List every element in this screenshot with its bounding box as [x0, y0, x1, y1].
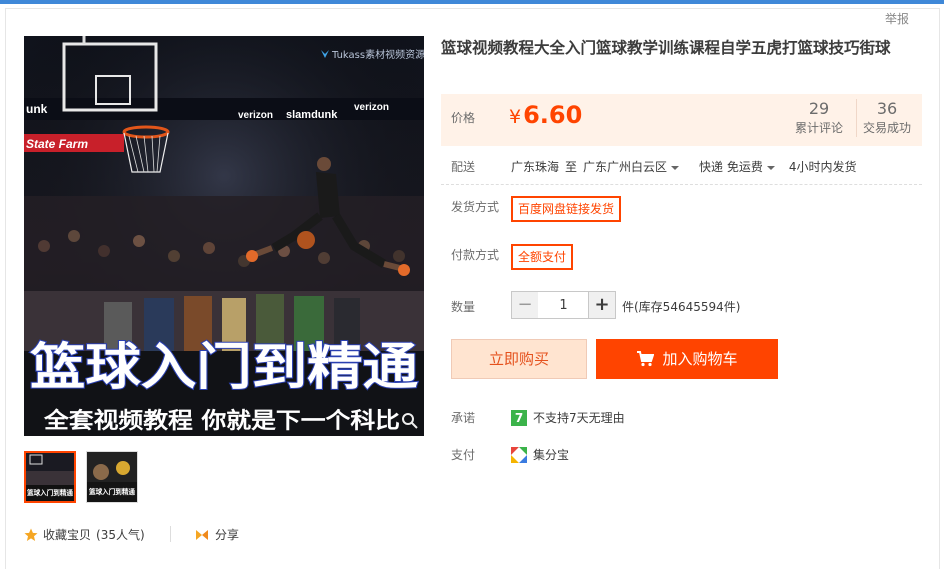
price-panel: 价格 ¥6.60 29 累计评论 36 交易成功 — [441, 94, 922, 146]
share-label: 分享 — [215, 528, 240, 542]
chevron-down-icon — [671, 165, 680, 170]
thumbnail-1[interactable]: 篮球入门到精通 — [24, 451, 76, 503]
report-link[interactable]: 举报 — [885, 10, 909, 27]
reviews-count: 29 — [808, 99, 830, 118]
promise-label: 承诺 — [451, 411, 476, 425]
shipping-option-label: 发货方式 — [451, 200, 500, 214]
price-amount: 6.60 — [523, 101, 583, 129]
banner-text: verizon — [238, 110, 273, 121]
sales-count: 36 — [876, 99, 898, 118]
product-image-art: unk verizon slamdunk verizon State Farm — [24, 36, 424, 436]
delivery-destination-select[interactable]: 广东广州白云区 — [583, 158, 680, 175]
thumbnail-caption: 篮球入门到精通 — [88, 487, 136, 496]
thumbnail-2-art: 篮球入门到精通 — [87, 452, 137, 502]
favorite-button[interactable]: 收藏宝贝 (35人气) — [24, 526, 145, 543]
payment-method-info: 集分宝 — [511, 446, 569, 463]
reviews-label: 累计评论 — [794, 121, 843, 135]
banner-text: slamdunk — [286, 109, 338, 121]
chevron-down-icon — [766, 165, 775, 170]
stock-text: 件(库存54645594件) — [622, 300, 741, 314]
seven-days-icon: 7 — [511, 409, 527, 426]
shipping-method: 快递 免运费 — [699, 160, 763, 174]
payment-option-label: 付款方式 — [451, 248, 500, 262]
reviews-stat[interactable]: 29 累计评论 — [789, 99, 849, 137]
quantity-label: 数量 — [451, 300, 476, 314]
sales-label: 交易成功 — [862, 121, 911, 135]
currency-symbol: ¥ — [509, 106, 522, 128]
delivery-destination: 广东广州白云区 — [583, 160, 668, 174]
thumbnail-caption: 篮球入门到精通 — [26, 488, 74, 497]
jifenbao-icon — [511, 446, 527, 463]
cart-icon — [637, 351, 655, 367]
shipping-option-selected[interactable]: 百度网盘链接发货 — [511, 196, 622, 222]
quantity-decrease-button[interactable]: − — [511, 291, 539, 319]
promise-text: 不支持7天无理由 — [533, 411, 625, 425]
share-button[interactable]: 分享 — [194, 526, 239, 543]
star-icon — [24, 528, 38, 541]
image-overlay-title: 篮球入门到精通 — [30, 338, 418, 396]
divider — [441, 184, 922, 185]
promise-info: 7 不支持7天无理由 — [511, 409, 625, 426]
divider — [170, 526, 171, 542]
payment-method-label: 支付 — [451, 448, 476, 462]
share-icon — [196, 529, 208, 540]
shipping-method-select[interactable]: 快递 免运费 — [699, 158, 775, 175]
delivery-from: 广东珠海 — [511, 160, 560, 174]
sales-stat: 36 交易成功 — [856, 99, 917, 137]
delivery-info: 广东珠海 至 广东广州白云区 快递 免运费 4小时内发货 — [511, 158, 857, 175]
quantity-increase-button[interactable]: + — [588, 291, 616, 319]
sponsor-text: State Farm — [26, 137, 88, 151]
delivery-label: 配送 — [451, 160, 476, 174]
top-accent-bar — [0, 0, 944, 4]
dispatch-time: 4小时内发货 — [788, 160, 857, 174]
product-title: 篮球视频教程大全入门篮球教学训练课程自学五虎打篮球技巧街球 — [441, 39, 891, 57]
add-to-cart-label: 加入购物车 — [662, 350, 738, 368]
banner-text: verizon — [354, 102, 389, 113]
image-overlay-subtitle: 全套视频教程 你就是下一个科比 — [43, 408, 400, 434]
favorite-count: (35人气) — [96, 528, 145, 542]
watermark-text: Tukass素材视频资源 — [331, 48, 424, 61]
thumbnail-1-art: 篮球入门到精通 — [26, 453, 74, 501]
banner-text: unk — [26, 102, 48, 116]
thumbnail-2[interactable]: 篮球入门到精通 — [86, 451, 138, 503]
delivery-to-word: 至 — [565, 160, 578, 174]
favorite-label: 收藏宝贝 — [43, 528, 92, 542]
price-value: ¥6.60 — [509, 101, 582, 129]
price-label: 价格 — [451, 111, 476, 125]
add-to-cart-button[interactable]: 加入购物车 — [596, 339, 778, 379]
quantity-input[interactable] — [538, 291, 589, 319]
payment-option-selected[interactable]: 全额支付 — [511, 244, 574, 270]
payment-method-text: 集分宝 — [533, 448, 570, 462]
buy-now-button[interactable]: 立即购买 — [451, 339, 587, 379]
main-product-image[interactable]: unk verizon slamdunk verizon State Farm — [24, 36, 424, 436]
